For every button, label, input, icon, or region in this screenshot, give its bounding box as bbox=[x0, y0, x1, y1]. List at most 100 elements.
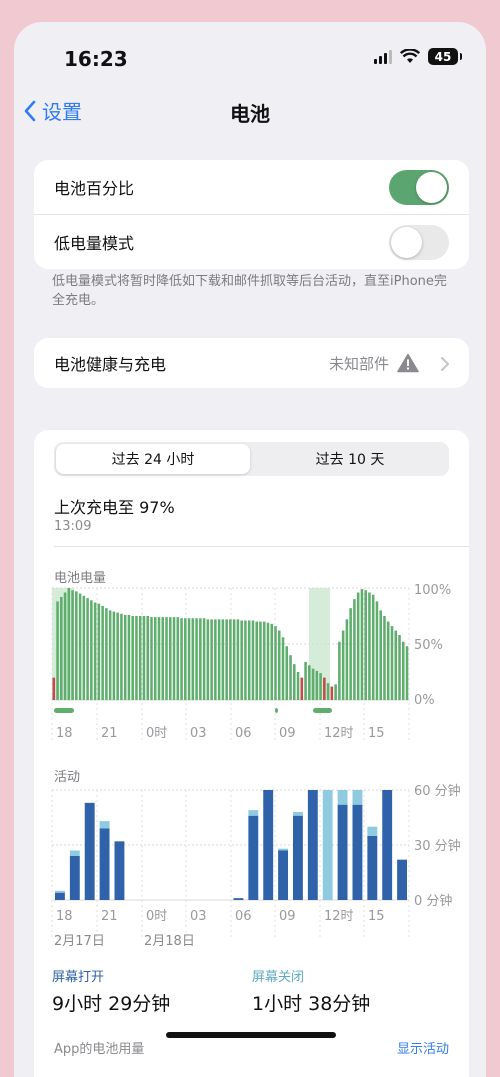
screen-on-value: 9小时 29分钟 bbox=[52, 993, 171, 1015]
battery-bar bbox=[112, 611, 116, 700]
charging-indicator bbox=[54, 708, 74, 713]
charging-indicator bbox=[275, 708, 278, 713]
screen-on-bar bbox=[233, 898, 244, 900]
x-tick-label: 12时 bbox=[324, 726, 354, 741]
battery-bar bbox=[187, 618, 191, 700]
battery-bar bbox=[236, 619, 240, 700]
x-tick-label: 09 bbox=[279, 909, 296, 924]
battery-bar bbox=[225, 619, 228, 700]
battery-bar bbox=[379, 610, 382, 700]
battery-bar bbox=[266, 622, 270, 700]
battery-bar bbox=[334, 684, 337, 700]
battery-health-row[interactable]: 电池健康与充电 未知部件 bbox=[34, 338, 469, 388]
signal-icon bbox=[374, 49, 392, 64]
app-usage-label: App的电池用量 bbox=[54, 1042, 145, 1057]
screen-on-bar bbox=[84, 802, 95, 900]
low-power-mode-toggle[interactable] bbox=[389, 225, 449, 260]
screen-on-bar bbox=[397, 859, 408, 900]
screen-on-bar bbox=[69, 856, 80, 900]
battery-bar bbox=[86, 598, 89, 700]
battery-bar bbox=[371, 594, 375, 700]
battery-bar bbox=[311, 668, 315, 700]
battery-bar bbox=[319, 673, 322, 700]
screen-off-bar bbox=[248, 810, 259, 816]
screen-off-bar bbox=[352, 790, 363, 805]
health-value: 未知部件 bbox=[329, 353, 419, 374]
screen-off-bar bbox=[69, 850, 80, 856]
x-tick-label: 21 bbox=[101, 909, 118, 924]
y-tick-label: 30 分钟 bbox=[414, 838, 461, 854]
battery-bar bbox=[52, 677, 56, 700]
battery-bar bbox=[97, 603, 101, 700]
toggle-knob bbox=[391, 227, 422, 258]
screen-on-bar bbox=[382, 790, 393, 900]
phone-screen: 16:23 45 设置 电池 电池百分比 低电量模式 低电量模式将暂时降低如下载… bbox=[14, 22, 486, 1077]
date-label-feb17: 2月17日 bbox=[54, 934, 105, 949]
screen-off-value: 1小时 38分钟 bbox=[252, 993, 371, 1015]
x-tick-label: 09 bbox=[279, 726, 296, 741]
battery-bar bbox=[150, 617, 153, 700]
date-label-feb18: 2月18日 bbox=[144, 934, 195, 949]
page-title: 电池 bbox=[230, 102, 270, 126]
x-tick-label: 18 bbox=[56, 726, 73, 741]
battery-health-label: 电池健康与充电 bbox=[54, 355, 167, 374]
y-tick-label: 0 分钟 bbox=[414, 893, 452, 909]
battery-bar bbox=[108, 610, 112, 700]
y-tick-label: 0% bbox=[414, 693, 435, 708]
screen-on-bar bbox=[307, 790, 318, 900]
status-time: 16:23 bbox=[64, 47, 128, 71]
battery-bar bbox=[131, 616, 134, 700]
battery-bar bbox=[93, 602, 97, 700]
battery-bar bbox=[341, 630, 345, 700]
screen-on-bar bbox=[337, 804, 348, 900]
screen-on-bar bbox=[352, 804, 363, 900]
battery-bar bbox=[135, 616, 138, 700]
battery-bar bbox=[353, 599, 356, 700]
battery-bar bbox=[308, 665, 311, 700]
battery-bar bbox=[281, 637, 285, 700]
screen-off-bar bbox=[337, 790, 348, 805]
battery-bar bbox=[251, 620, 255, 700]
screen-on-bar bbox=[263, 790, 274, 900]
battery-bar bbox=[229, 619, 232, 700]
usage-card: 过去 24 小时 过去 10 天 上次充电至 97% 13:09 电池电量 活动… bbox=[34, 430, 469, 1077]
warning-icon bbox=[397, 353, 419, 373]
battery-bar bbox=[401, 641, 405, 700]
health-card[interactable]: 电池健康与充电 未知部件 bbox=[34, 338, 469, 388]
screen-off-bar bbox=[322, 790, 333, 900]
battery-bar bbox=[202, 618, 206, 700]
battery-percentage-toggle[interactable] bbox=[389, 170, 449, 205]
app-usage-header: App的电池用量 显示活动 bbox=[54, 1038, 449, 1057]
battery-bar bbox=[356, 592, 360, 700]
x-tick-label: 03 bbox=[190, 909, 207, 924]
x-tick-label: 0时 bbox=[146, 726, 167, 741]
x-tick-label: 18 bbox=[56, 909, 73, 924]
y-tick-label: 60 分钟 bbox=[414, 783, 461, 799]
battery-bar bbox=[390, 626, 394, 700]
battery-bar bbox=[326, 683, 330, 700]
show-activity-link[interactable]: 显示活动 bbox=[397, 1038, 449, 1057]
screen-on-bar bbox=[278, 850, 289, 900]
screen-off-bar bbox=[293, 812, 303, 816]
screen-on-stat: 屏幕打开 9小时 29分钟 bbox=[52, 966, 170, 1016]
battery-bar bbox=[180, 618, 183, 700]
battery-bar bbox=[206, 619, 210, 700]
battery-bar bbox=[398, 635, 401, 700]
battery-bar bbox=[105, 608, 108, 700]
battery-bar bbox=[277, 630, 281, 700]
battery-bar bbox=[300, 677, 304, 700]
home-indicator bbox=[166, 1032, 336, 1038]
low-power-mode-row: 低电量模式 bbox=[34, 214, 469, 269]
x-tick-label: 15 bbox=[368, 726, 385, 741]
battery-bar bbox=[60, 596, 63, 700]
battery-percentage-label: 电池百分比 bbox=[54, 179, 135, 198]
battery-bar bbox=[386, 621, 390, 700]
battery-bar bbox=[304, 661, 307, 700]
low-power-mode-label: 低电量模式 bbox=[54, 234, 135, 253]
battery-bar bbox=[315, 670, 319, 700]
battery-bar bbox=[172, 617, 176, 700]
battery-bar bbox=[176, 617, 180, 700]
x-tick-label: 06 bbox=[235, 909, 252, 924]
battery-bar bbox=[394, 630, 398, 700]
screen-on-bar bbox=[367, 835, 378, 900]
